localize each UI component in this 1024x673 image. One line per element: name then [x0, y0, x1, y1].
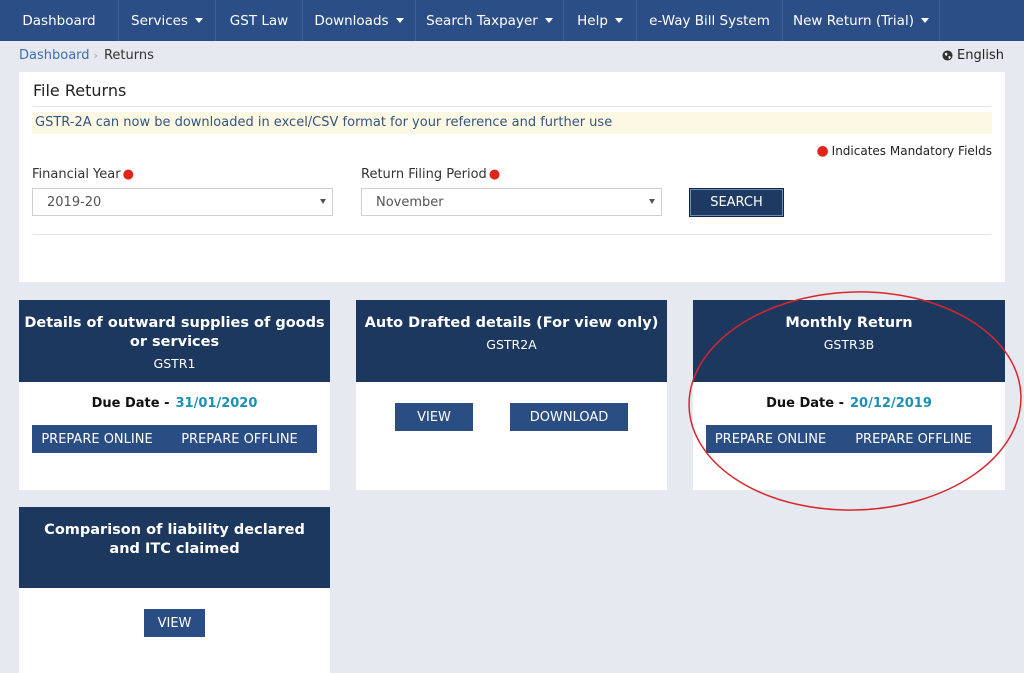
language-label: English: [957, 48, 1004, 63]
nav-label: Dashboard: [22, 12, 96, 29]
language-selector[interactable]: English: [942, 48, 1004, 63]
caret-down-icon: [395, 18, 404, 23]
nav-label: Services: [131, 12, 188, 29]
download-button[interactable]: DOWNLOAD: [510, 403, 628, 431]
divider: [33, 106, 991, 107]
card-header: Details of outward supplies of goods or …: [19, 300, 330, 382]
nav-eway-bill[interactable]: e-Way Bill System: [637, 0, 783, 41]
caret-down-icon: [920, 18, 929, 23]
prepare-online-button[interactable]: PREPARE ONLINE: [706, 425, 835, 453]
search-button[interactable]: SEARCH: [689, 188, 784, 217]
required-marker-icon: ●: [816, 143, 829, 159]
gstr1-card: Details of outward supplies of goods or …: [19, 300, 330, 490]
nav-label: GST Law: [229, 12, 289, 29]
nav-downloads[interactable]: Downloads: [303, 0, 416, 41]
globe-icon: [942, 50, 953, 61]
nav-label: Downloads: [314, 12, 389, 29]
return-filing-period-select[interactable]: November: [361, 188, 662, 216]
due-date: Due Date - 31/01/2020: [19, 396, 330, 411]
nav-label: e-Way Bill System: [649, 12, 770, 29]
form-code: GSTR3B: [823, 337, 875, 352]
nav-help[interactable]: Help: [564, 0, 637, 41]
selected-value: November: [376, 195, 444, 210]
page-title: File Returns: [33, 81, 127, 100]
nav-label: Help: [577, 12, 608, 29]
card-title: Monthly Return: [785, 315, 913, 331]
comparison-card: Comparison of liability declared and ITC…: [19, 507, 330, 673]
view-button[interactable]: VIEW: [144, 609, 205, 637]
dropdown-arrow-icon: [649, 199, 655, 204]
divider: [33, 234, 991, 235]
due-date-value: 20/12/2019: [850, 396, 932, 411]
card-title: Auto Drafted details (For view only): [364, 315, 659, 331]
required-marker-icon: ●: [488, 167, 501, 182]
breadcrumb: Dashboard › Returns: [19, 48, 154, 63]
mandatory-fields-note: ● Indicates Mandatory Fields: [816, 143, 992, 159]
card-header: Monthly Return GSTR3B: [693, 300, 1005, 382]
caret-down-icon: [544, 18, 553, 23]
caret-down-icon: [194, 18, 203, 23]
file-returns-panel: File Returns GSTR-2A can now be download…: [19, 72, 1005, 282]
nav-services[interactable]: Services: [119, 0, 216, 41]
prepare-online-button[interactable]: PREPARE ONLINE: [32, 425, 162, 453]
due-date-label: Due Date -: [766, 396, 845, 411]
selected-value: 2019-20: [47, 195, 102, 210]
breadcrumb-current: Returns: [103, 48, 154, 63]
card-header: Auto Drafted details (For view only) GST…: [356, 300, 667, 382]
prepare-offline-button[interactable]: PREPARE OFFLINE: [162, 425, 317, 453]
due-date-label: Due Date -: [91, 396, 170, 411]
mandatory-note-text: Indicates Mandatory Fields: [831, 144, 992, 158]
prepare-offline-button[interactable]: PREPARE OFFLINE: [835, 425, 992, 453]
card-title: Details of outward supplies of goods or …: [24, 315, 325, 350]
info-notice: GSTR-2A can now be downloaded in excel/C…: [32, 112, 992, 134]
label-text: Financial Year: [32, 167, 121, 182]
return-filing-period-label: Return Filing Period ●: [361, 167, 500, 182]
breadcrumb-dashboard-link[interactable]: Dashboard: [19, 48, 90, 63]
nav-dashboard[interactable]: Dashboard: [0, 0, 119, 41]
required-marker-icon: ●: [122, 167, 134, 182]
nav-search-taxpayer[interactable]: Search Taxpayer: [416, 0, 564, 41]
financial-year-label: Financial Year ●: [32, 167, 134, 182]
nav-label: New Return (Trial): [793, 12, 914, 29]
card-header: Comparison of liability declared and ITC…: [19, 507, 330, 588]
form-code: GSTR2A: [486, 337, 537, 352]
label-text: Return Filing Period: [361, 167, 487, 182]
card-title: Comparison of liability declared and ITC…: [44, 522, 305, 557]
nav-new-return-trial[interactable]: New Return (Trial): [783, 0, 940, 41]
top-navigation: Dashboard Services GST Law Downloads Sea…: [0, 0, 1024, 41]
dropdown-arrow-icon: [320, 199, 326, 204]
nav-gst-law[interactable]: GST Law: [216, 0, 303, 41]
due-date-value: 31/01/2020: [175, 396, 258, 411]
financial-year-select[interactable]: 2019-20: [32, 188, 333, 216]
caret-down-icon: [614, 18, 623, 23]
due-date: Due Date - 20/12/2019: [693, 396, 1005, 411]
gstr3b-card: Monthly Return GSTR3B Due Date - 20/12/20…: [693, 300, 1005, 490]
breadcrumb-separator-icon: ›: [93, 49, 98, 62]
view-button[interactable]: VIEW: [395, 403, 473, 431]
nav-label: Search Taxpayer: [426, 12, 538, 29]
gstr2a-card: Auto Drafted details (For view only) GST…: [356, 300, 667, 490]
form-code: GSTR1: [153, 356, 196, 371]
